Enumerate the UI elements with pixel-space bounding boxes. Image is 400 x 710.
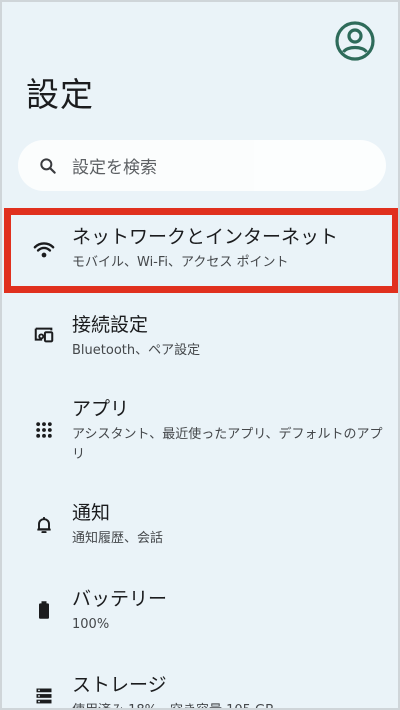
search-placeholder: 設定を検索: [72, 158, 157, 178]
account-avatar[interactable]: [334, 20, 376, 62]
wifi-icon: [32, 238, 56, 262]
apps-grid-icon: [32, 418, 56, 442]
settings-item-summary: 通知履歴、会話: [72, 531, 164, 546]
settings-item-label: 通知: [72, 502, 111, 524]
page-title: 設定: [26, 75, 94, 114]
settings-screen: 設定 設定を検索 ネットワークとインターネット モバイル、Wi-Fi、アクセス …: [0, 0, 400, 710]
search-bar[interactable]: 設定を検索: [18, 140, 386, 191]
settings-item-summary: アシスタント、最近使ったアプリ、デフォルトのアプリ: [72, 427, 383, 462]
search-icon: [40, 157, 56, 174]
account-circle-icon: [335, 21, 375, 61]
storage-icon: [32, 684, 56, 708]
settings-item-label: アプリ: [72, 398, 130, 420]
settings-item-label: ネットワークとインターネット: [72, 226, 339, 248]
battery-icon: [32, 598, 56, 622]
connected-devices-icon: [32, 323, 56, 347]
settings-item-summary: 使用済み 18% - 空き容量 105 GB: [72, 701, 386, 708]
settings-item-label: 接続設定: [72, 314, 149, 336]
settings-item-label: ストレージ: [72, 674, 167, 696]
settings-item-label: バッテリー: [72, 588, 168, 610]
bell-icon: [32, 513, 56, 537]
settings-item-summary: Bluetooth、ペア設定: [72, 343, 201, 358]
settings-item-summary: 100%: [72, 617, 110, 632]
settings-item-summary: モバイル、Wi-Fi、アクセス ポイント: [72, 255, 289, 270]
